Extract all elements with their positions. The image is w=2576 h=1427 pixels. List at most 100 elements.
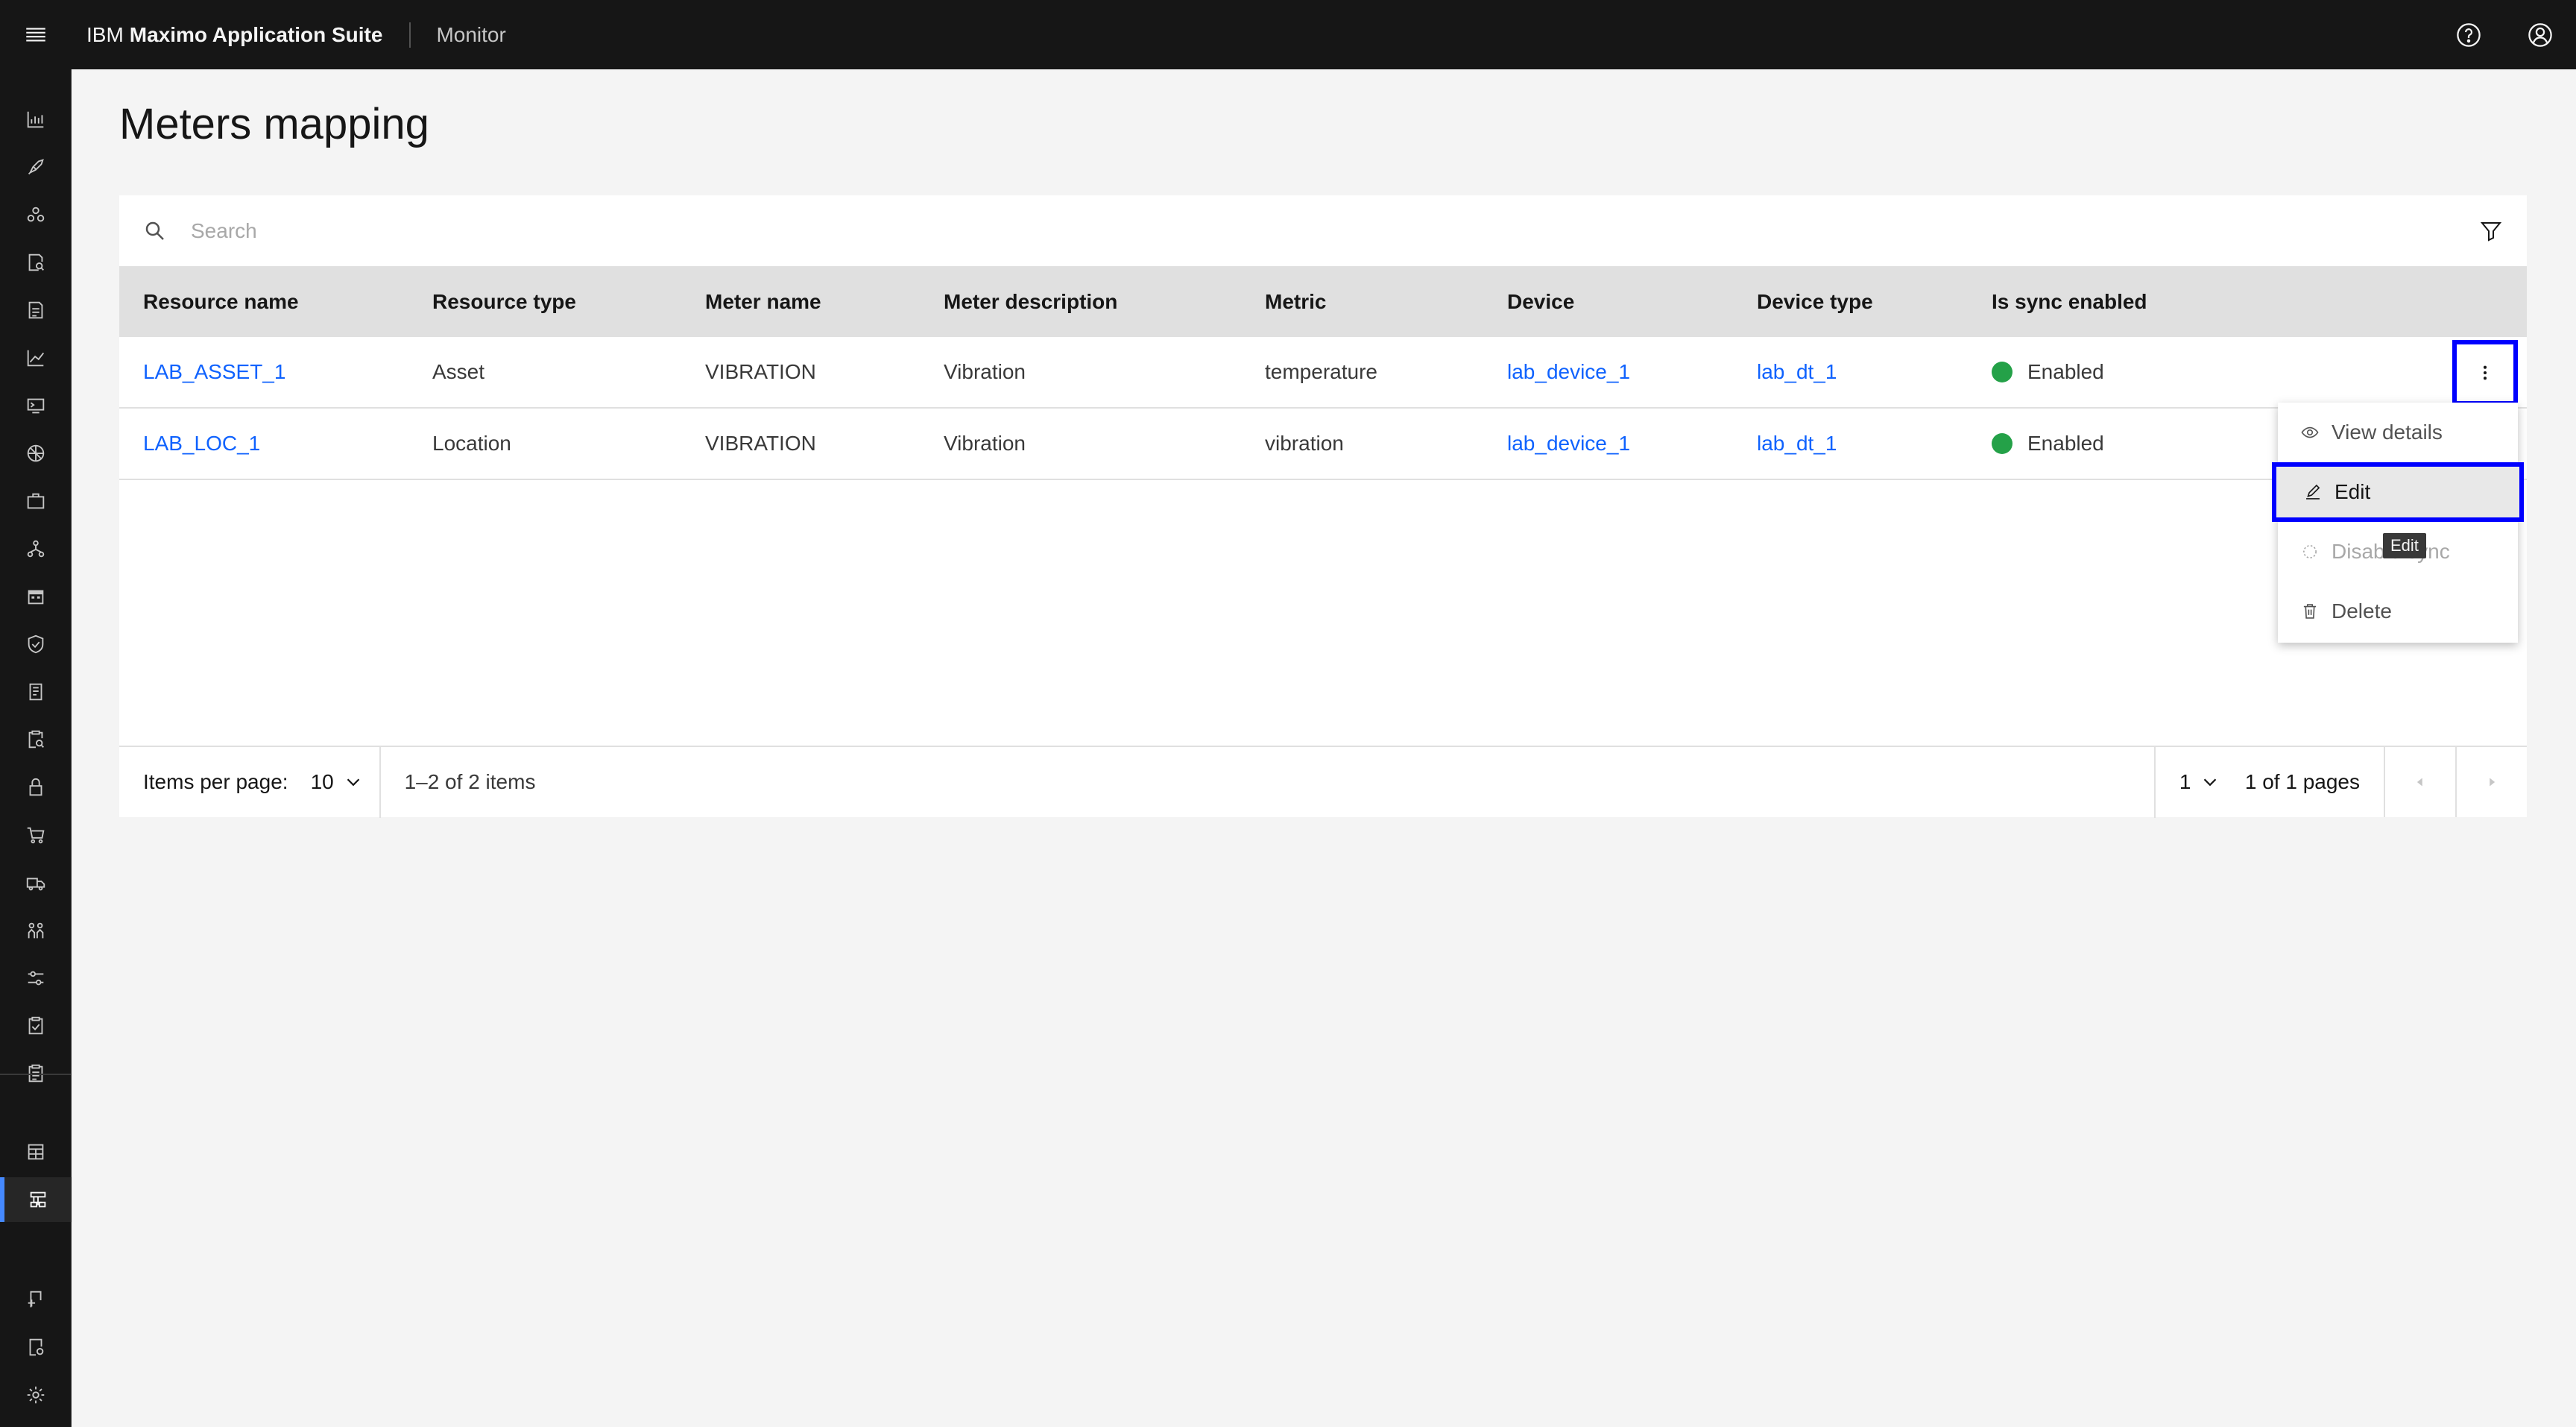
rail-data-table-icon[interactable]	[0, 1130, 72, 1174]
status-enabled-icon	[1992, 433, 2012, 454]
rail-ledger-icon[interactable]	[0, 670, 72, 714]
table-header: Resource name Resource type Meter name M…	[119, 267, 2527, 337]
rail-screen-icon[interactable]	[0, 383, 72, 428]
resource-type-cell: Asset	[432, 360, 485, 383]
status-enabled-icon	[1992, 362, 2012, 382]
rail-shield-icon[interactable]	[0, 622, 72, 667]
header-meter-name[interactable]: Meter name	[705, 290, 821, 314]
menu-icon[interactable]	[0, 0, 72, 69]
rail-briefcase-icon[interactable]	[0, 479, 72, 523]
menu-item-label: Edit	[2334, 480, 2371, 503]
row-actions-menu: View details Edit Disable sync Delete	[2272, 403, 2524, 643]
rail-report-icon[interactable]	[0, 288, 72, 333]
edit-tooltip: Edit	[2383, 533, 2426, 558]
rail-task-icon[interactable]	[0, 1004, 72, 1048]
sync-status-label: Enabled	[2027, 432, 2104, 455]
header-is-sync-enabled[interactable]: Is sync enabled	[1992, 290, 2147, 314]
next-page-button[interactable]	[2455, 747, 2527, 817]
help-icon[interactable]	[2433, 0, 2504, 69]
caret-right-icon	[2490, 778, 2496, 787]
rail-truck-icon[interactable]	[0, 860, 72, 905]
sync-disabled-icon	[2303, 545, 2317, 558]
chevron-down-icon	[2204, 778, 2217, 787]
meter-description-cell: Vibration	[944, 360, 1026, 383]
rail-settings-icon[interactable]	[0, 1373, 72, 1417]
previous-page-button[interactable]	[2384, 747, 2455, 817]
brand-product: Maximo Application Suite	[129, 22, 383, 46]
header-device-type[interactable]: Device type	[1757, 290, 1873, 314]
chevron-down-icon	[347, 778, 360, 787]
meters-table: Resource name Resource type Meter name M…	[119, 195, 2527, 818]
header-device[interactable]: Device	[1507, 290, 1574, 314]
menu-item-edit[interactable]: Edit	[2272, 462, 2524, 522]
meter-description-cell: Vibration	[944, 432, 1026, 455]
rail-dashboard-icon[interactable]	[0, 97, 72, 142]
menu-item-delete[interactable]: Delete	[2278, 582, 2518, 641]
meter-name-cell: VIBRATION	[705, 360, 816, 383]
pagination: Items per page: 10 1–2 of 2 items 1 1 of…	[119, 746, 2527, 818]
items-per-page-value: 10	[310, 770, 334, 793]
rail-divider	[0, 1074, 72, 1075]
rail-group-icon[interactable]	[0, 192, 72, 237]
search-icon	[119, 195, 191, 267]
header-resource-type[interactable]: Resource type	[432, 290, 576, 314]
resource-name-link[interactable]: LAB_ASSET_1	[143, 360, 285, 384]
header-resource-name[interactable]: Resource name	[143, 290, 299, 314]
sync-status: Enabled	[1992, 360, 2104, 384]
menu-item-label: Delete	[2332, 599, 2392, 623]
caret-left-icon	[2416, 778, 2422, 787]
page-of-label: 1 of 1 pages	[2244, 770, 2360, 793]
rail-calendar-icon[interactable]	[0, 574, 72, 619]
device-link[interactable]: lab_device_1	[1507, 360, 1630, 384]
items-per-page-select[interactable]: 10	[311, 770, 370, 794]
rail-document-view-icon[interactable]	[0, 1325, 72, 1370]
menu-item-view-details[interactable]: View details	[2278, 403, 2518, 462]
trash-icon	[2303, 604, 2317, 619]
row-overflow-menu-button[interactable]	[2452, 340, 2518, 406]
table-row: LAB_LOC_1 Location VIBRATION Vibration v…	[119, 409, 2527, 480]
resource-type-cell: Location	[432, 432, 511, 455]
edit-icon	[2306, 484, 2320, 500]
page-select[interactable]: 1	[2156, 770, 2245, 794]
device-type-link[interactable]: lab_dt_1	[1757, 432, 1837, 456]
app-name: Monitor	[436, 22, 506, 46]
menu-item-label: View details	[2332, 420, 2443, 444]
search-input[interactable]	[191, 208, 2352, 253]
header-meter-description[interactable]: Meter description	[944, 290, 1117, 314]
items-per-page-label: Items per page:	[143, 770, 288, 793]
table-toolbar	[119, 195, 2527, 267]
rail-clipboard-search-icon[interactable]	[0, 717, 72, 762]
resource-name-link[interactable]: LAB_LOC_1	[143, 432, 260, 456]
brand-ibm: IBM	[86, 22, 124, 46]
metric-cell: temperature	[1265, 360, 1377, 383]
header-metric[interactable]: Metric	[1265, 290, 1326, 314]
device-link[interactable]: lab_device_1	[1507, 432, 1630, 456]
sync-status-label: Enabled	[2027, 360, 2104, 383]
metric-cell: vibration	[1265, 432, 1344, 455]
rail-lock-icon[interactable]	[0, 765, 72, 810]
rail-rocket-icon[interactable]	[0, 145, 72, 189]
rail-sliders-icon[interactable]	[0, 956, 72, 1001]
meter-name-cell: VIBRATION	[705, 432, 816, 455]
rail-line-chart-icon[interactable]	[0, 336, 72, 380]
rail-doc-search-icon[interactable]	[0, 240, 72, 285]
pagination-range: 1–2 of 2 items	[404, 770, 536, 793]
sync-status: Enabled	[1992, 432, 2104, 456]
table-row: LAB_ASSET_1 Asset VIBRATION Vibration te…	[119, 337, 2527, 409]
overflow-menu-vertical-icon	[2483, 365, 2487, 380]
page-title: Meters mapping	[119, 100, 429, 148]
user-avatar-icon[interactable]	[2504, 0, 2576, 69]
rail-network-icon[interactable]	[0, 431, 72, 476]
filter-icon[interactable]	[2455, 195, 2527, 267]
rail-meters-mapping-icon[interactable]	[0, 1177, 72, 1222]
rail-people-icon[interactable]	[0, 908, 72, 953]
top-header: IBM Maximo Application Suite Monitor	[0, 0, 2576, 69]
rail-hierarchy-icon[interactable]	[0, 526, 72, 571]
side-rail	[0, 69, 72, 1427]
eye-icon	[2301, 426, 2319, 438]
rail-cart-icon[interactable]	[0, 813, 72, 857]
device-type-link[interactable]: lab_dt_1	[1757, 360, 1837, 384]
header-divider	[409, 22, 411, 48]
rail-document-add-icon[interactable]	[0, 1277, 72, 1322]
brand[interactable]: IBM Maximo Application Suite	[72, 0, 382, 69]
